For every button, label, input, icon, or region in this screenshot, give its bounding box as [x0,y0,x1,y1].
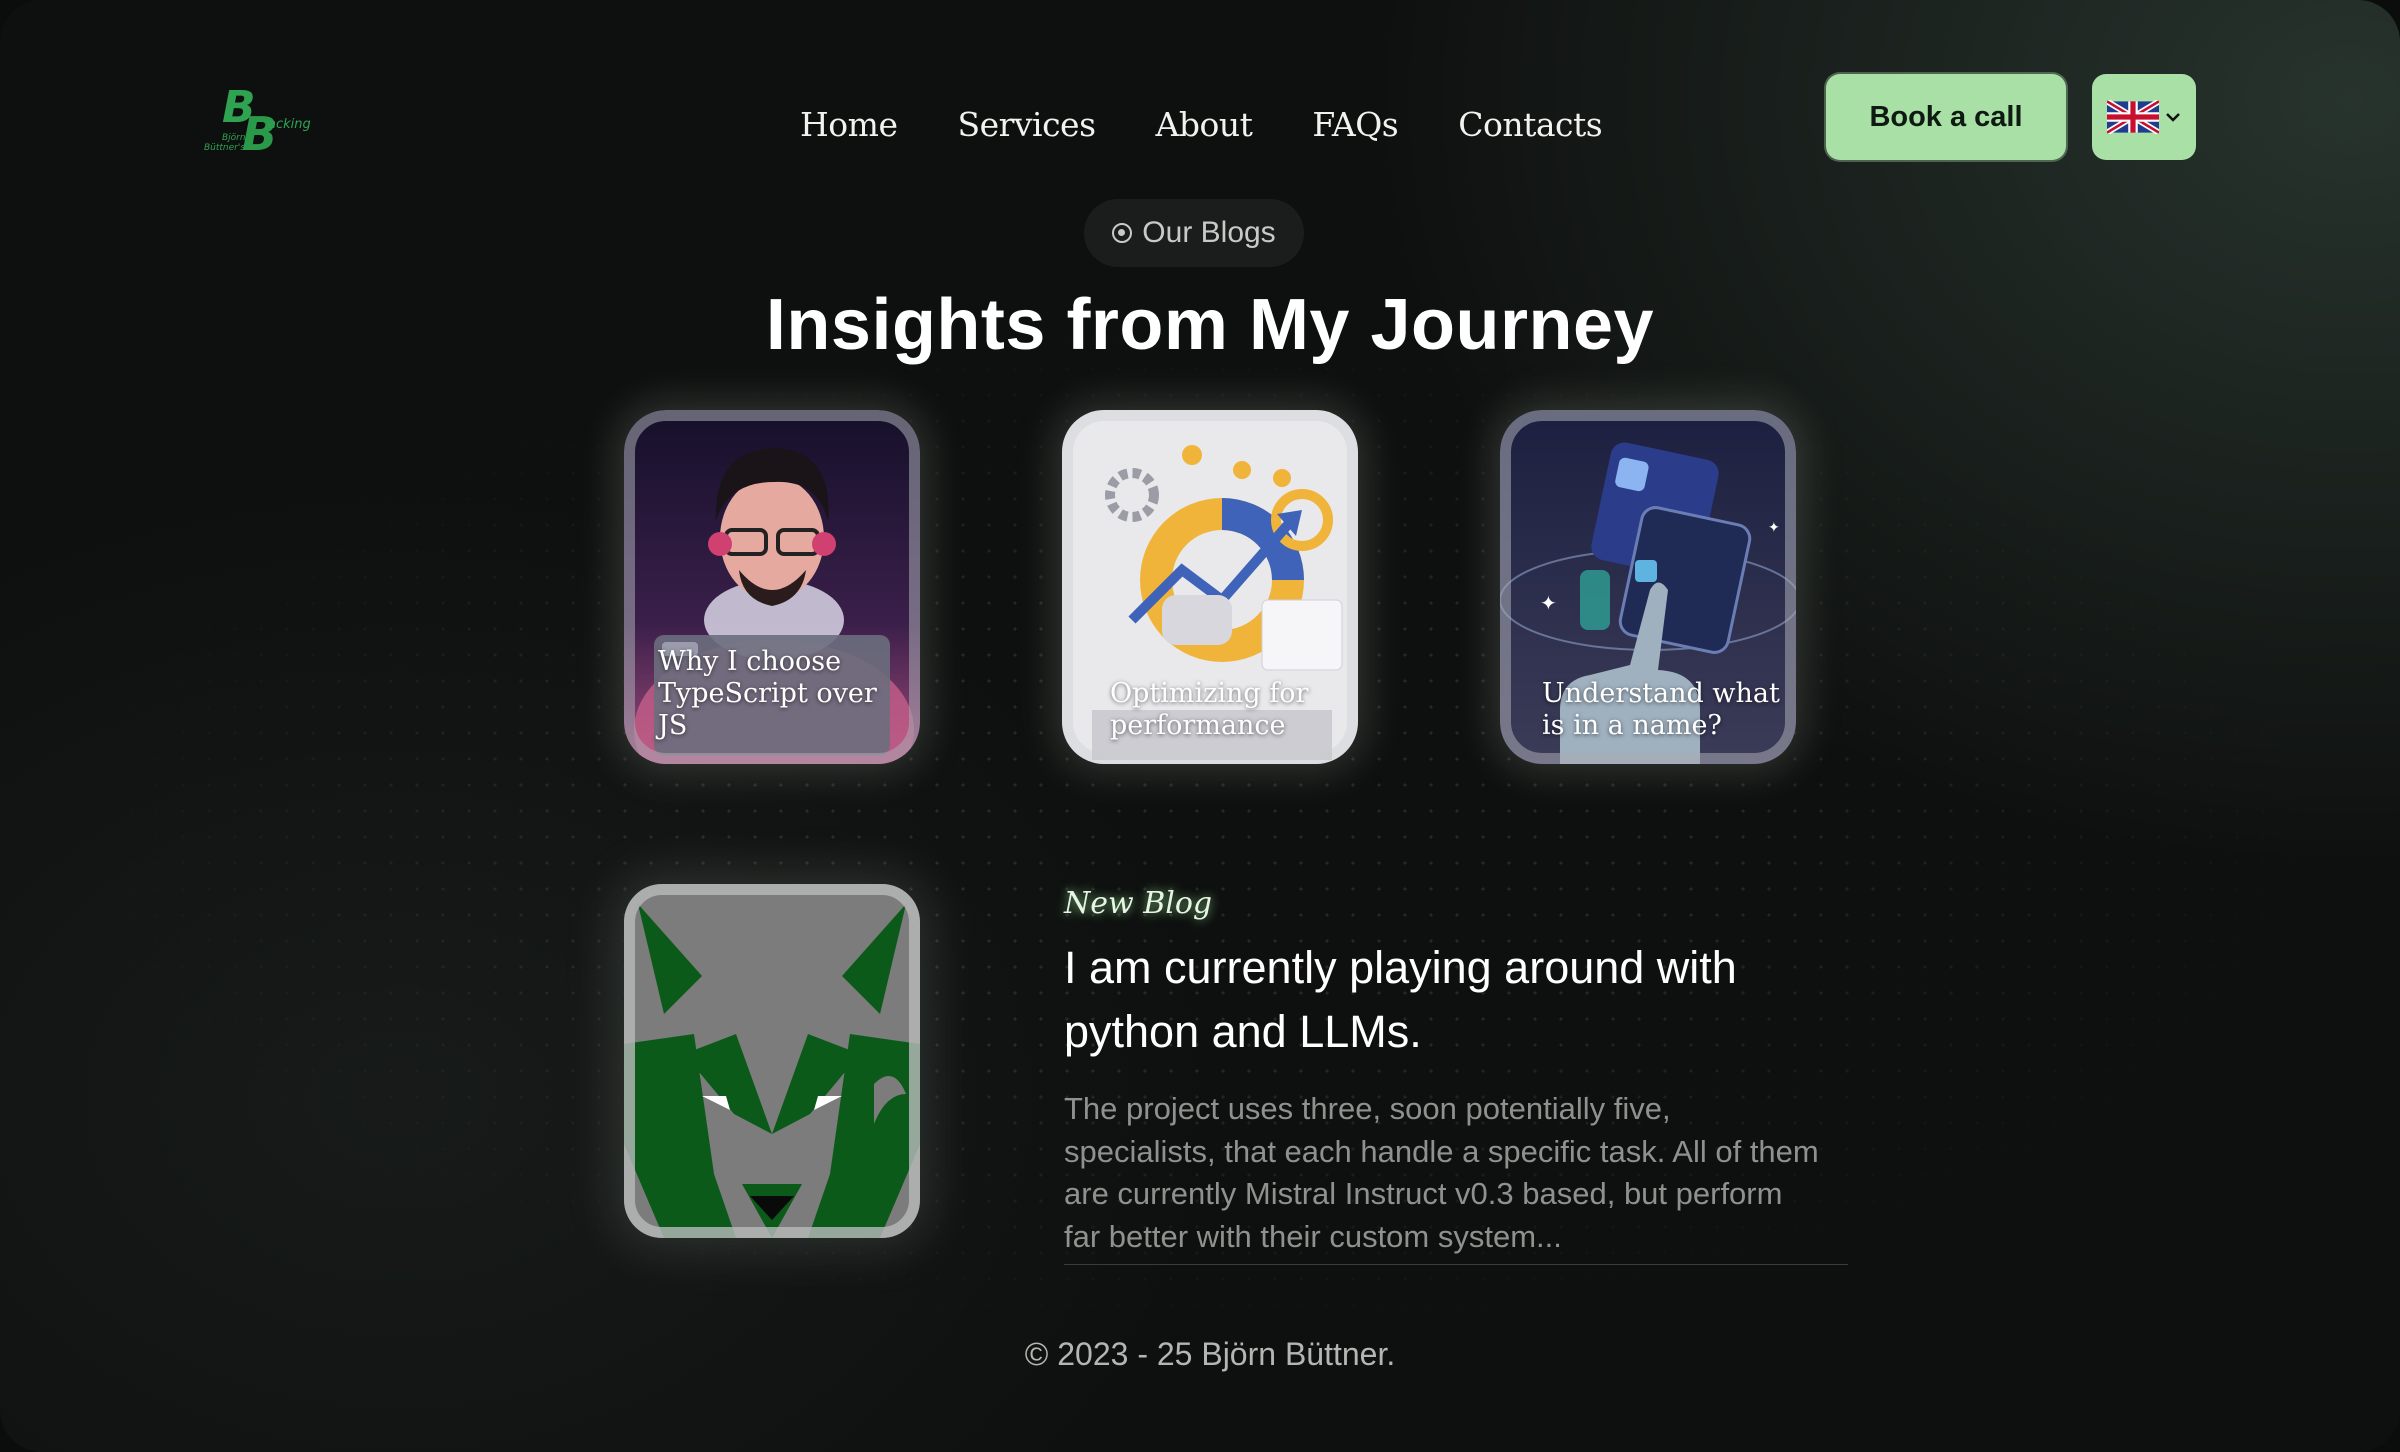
blog-card-title: Understand what is in a name? [1542,678,1780,741]
nav-contacts[interactable]: Contacts [1458,105,1602,144]
radio-dot-icon [1112,223,1133,243]
svg-text:acking: acking [268,117,311,132]
book-a-call-button[interactable]: Book a call [1826,74,2066,160]
nav-home[interactable]: Home [800,105,898,144]
footer-copyright: © 2023 - 25 Björn Büttner. [1024,1336,1396,1372]
blog-card-naming[interactable]: ✦ ✦ Understand what is in a name? [1500,410,1796,764]
chevron-down-icon [2166,113,2180,122]
new-blog-title[interactable]: I am currently playing around with pytho… [1064,936,1824,1064]
svg-text:✦: ✦ [1540,591,1557,615]
page: B B acking Björn Büttner's Home Services… [0,0,2400,1452]
brand-logo[interactable]: B B acking Björn Büttner's [200,80,320,161]
divider [1064,1264,1848,1265]
blog-card-title: Why I choose TypeScript over JS [658,646,877,741]
card-frame [624,884,920,1238]
section-pill-label: Our Blogs [1142,216,1276,249]
blog-card-performance[interactable]: Optimizing for performance [1062,410,1358,764]
svg-text:✦: ✦ [1768,520,1780,536]
nav-faqs[interactable]: FAQs [1312,105,1398,144]
new-blog-image[interactable] [624,884,920,1238]
new-blog-label: New Blog [1064,886,1213,921]
blog-card-title: Optimizing for performance [1110,678,1309,741]
language-selector[interactable] [2092,74,2196,160]
blog-card-typescript[interactable]: Why I choose TypeScript over JS [624,410,920,764]
uk-flag-icon [2107,100,2159,134]
svg-text:Büttner's: Büttner's [204,143,245,153]
svg-text:Björn: Björn [222,133,246,143]
nav-about[interactable]: About [1156,105,1253,144]
page-title: Insights from My Journey [765,285,1655,365]
section-pill: Our Blogs [1084,199,1304,267]
new-blog-excerpt: The project uses three, soon potentially… [1064,1091,1819,1254]
main-nav: Home Services About FAQs Contacts [800,98,1603,150]
nav-services[interactable]: Services [957,105,1096,144]
